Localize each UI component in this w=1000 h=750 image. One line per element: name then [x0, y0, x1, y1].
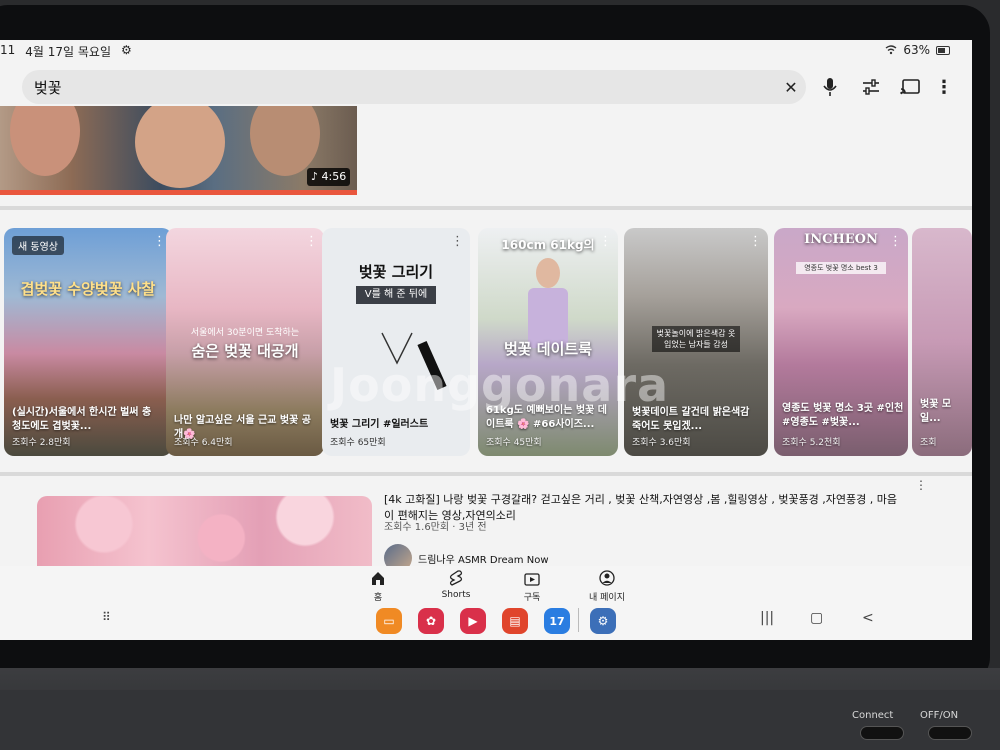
- connect-label: Connect: [852, 710, 894, 721]
- short-subheadline: 서울에서 30분이면 도착하는: [190, 328, 300, 338]
- short-views: 조회수 65만회: [330, 438, 386, 448]
- battery-icon: [936, 45, 950, 55]
- short-card[interactable]: ⋮ 160cm 61kg의 벚꽃 데이트룩 61kg도 예뻐보이는 벚꽃 데이트…: [478, 228, 618, 456]
- gallery-app-icon[interactable]: ✿: [418, 608, 444, 634]
- short-card[interactable]: ⋮ 벚꽃놀이에 밝은색감 옷 입었는 남자들 감성 벚꽃데이트 갈건데 밝은색감…: [624, 228, 768, 456]
- keyboard-strip: [0, 690, 1000, 750]
- settings-app-icon[interactable]: ⚙: [590, 608, 616, 634]
- short-views: 조회수 6.4만회: [174, 438, 233, 448]
- settings-gear-icon: ⚙: [121, 43, 132, 57]
- channel-name[interactable]: 드림나우 ASMR Dream Now: [418, 551, 549, 566]
- short-card[interactable]: ⋮ 벚꽃 그리기 V를 해 준 뒤에 벚꽃 그리기 #일러스트 조회수 65만회: [322, 228, 470, 456]
- subscriptions-icon: [524, 573, 540, 586]
- short-more-icon[interactable]: ⋮: [749, 234, 762, 249]
- thumbnail-person: [250, 106, 320, 176]
- power-label: OFF/ON: [920, 710, 959, 721]
- section-divider: [0, 206, 972, 210]
- dock-separator: [578, 608, 579, 632]
- short-views: 조회수 5.2천회: [782, 438, 841, 448]
- short-card[interactable]: 새 동영상 ⋮ 겹벚꽃 수양벚꽃 사찰 (실시간)서울에서 한시간 벌써 충청도…: [4, 228, 172, 456]
- short-title: 영종도 벚꽃 명소 3곳 #인천 #영종도 #벚꽃...: [782, 403, 904, 428]
- new-video-badge: 새 동영상: [12, 236, 64, 255]
- short-headline: 160cm 61kg의: [501, 238, 595, 252]
- thumbnail-person: [536, 258, 560, 288]
- video-duration: ♪ 4:56: [307, 168, 351, 186]
- short-more-icon[interactable]: ⋮: [305, 234, 318, 249]
- short-card[interactable]: ⋮ INCHEON 영종도 벚꽃 명소 best 3 영종도 벚꽃 명소 3곳 …: [774, 228, 908, 456]
- status-time: 11: [0, 43, 16, 57]
- short-headline: 겹벚꽃 수양벚꽃 사찰: [20, 280, 156, 298]
- more-options-icon[interactable]: ⋮: [935, 76, 953, 98]
- files-app-icon[interactable]: ▭: [376, 608, 402, 634]
- short-subheadline: 영종도 벚꽃 명소 best 3: [796, 262, 886, 274]
- short-views: 조회수 3.6만회: [632, 438, 691, 448]
- calendar-app-icon[interactable]: 17: [544, 608, 570, 634]
- watch-progress-bar: [0, 190, 357, 195]
- short-title: 벚꽃 그리기 #일러스트: [330, 419, 429, 430]
- connect-switch: [860, 726, 904, 740]
- short-subheadline: V를 해 준 뒤에: [356, 286, 436, 304]
- short-title: 벚꽃 모일...: [920, 399, 952, 424]
- wifi-icon: [885, 45, 897, 55]
- filter-icon[interactable]: [860, 76, 882, 98]
- microphone-icon[interactable]: [820, 76, 840, 98]
- shorts-icon: [449, 570, 463, 586]
- notes-app-icon[interactable]: ▤: [502, 608, 528, 634]
- short-title: 벚꽃데이트 갈건데 밝은색감 죽어도 못입겠...: [632, 407, 750, 432]
- home-button-icon[interactable]: ▢: [810, 610, 823, 626]
- short-views: 조회수 2.8만회: [12, 438, 71, 448]
- music-note-icon: ♪: [311, 170, 319, 183]
- short-headline: 숨은 벚꽃 대공개: [191, 342, 299, 360]
- short-views: 조회수 45만회: [486, 438, 542, 448]
- duration-text: 4:56: [321, 170, 347, 183]
- short-card[interactable]: 벚꽃 모일... 조회: [912, 228, 972, 456]
- short-views: 조회: [920, 438, 937, 448]
- cast-icon[interactable]: [898, 76, 922, 98]
- battery-level: 63%: [903, 43, 930, 57]
- short-more-icon[interactable]: ⋮: [451, 234, 464, 249]
- section-divider: [0, 472, 972, 476]
- recent-apps-icon[interactable]: |||: [760, 610, 774, 626]
- short-headline: INCHEON: [804, 232, 878, 247]
- short-headline: 벚꽃 그리기: [358, 263, 434, 281]
- tablet-screen: 11 4월 17일 목요일 ⚙ 63% ✕ ⋮ ♪ 4:56: [0, 40, 972, 640]
- status-date: 4월 17일 목요일: [25, 45, 112, 59]
- clear-search-icon[interactable]: ✕: [782, 77, 800, 97]
- taskbar: ⠿ ▭ ✿ ▶ ▤ 17 ⚙ ||| ▢ <: [0, 590, 972, 640]
- status-bar: 11 4월 17일 목요일 ⚙ 63%: [0, 40, 972, 62]
- short-title: 61kg도 예뻐보이는 벚꽃 데이트룩 🌸 #66사이즈...: [486, 405, 607, 430]
- youtube-app-icon[interactable]: ▶: [460, 608, 486, 634]
- short-headline: 벚꽃놀이에 밝은색감 옷 입었는 남자들 감성: [652, 326, 740, 352]
- drawing-illustration: [381, 332, 447, 391]
- thumbnail-person: [135, 106, 225, 188]
- short-card[interactable]: ⋮ 서울에서 30분이면 도착하는 숨은 벚꽃 대공개 나만 알고싶은 서울 근…: [166, 228, 324, 456]
- thumbnail-person: [10, 106, 80, 176]
- shorts-shelf: 새 동영상 ⋮ 겹벚꽃 수양벚꽃 사찰 (실시간)서울에서 한시간 벌써 충청도…: [0, 228, 972, 460]
- top-video-thumbnail[interactable]: [0, 106, 357, 192]
- home-icon: [372, 572, 384, 585]
- video-more-icon[interactable]: ⋮: [915, 478, 927, 492]
- search-input[interactable]: [34, 76, 734, 98]
- account-icon: [599, 570, 615, 586]
- power-switch: [928, 726, 972, 740]
- short-title: (실시간)서울에서 한시간 벌써 충청도에도 겹벚꽃...: [12, 407, 152, 432]
- search-bar[interactable]: ✕: [22, 70, 806, 104]
- back-button-icon[interactable]: <: [862, 610, 874, 626]
- short-subheadline: 벚꽃 데이트룩: [503, 340, 593, 358]
- app-drawer-icon[interactable]: ⠿: [102, 610, 112, 624]
- video-thumbnail[interactable]: [37, 496, 372, 566]
- short-more-icon[interactable]: ⋮: [153, 234, 166, 249]
- video-meta: 조회수 1.6만회 · 3년 전: [384, 522, 487, 533]
